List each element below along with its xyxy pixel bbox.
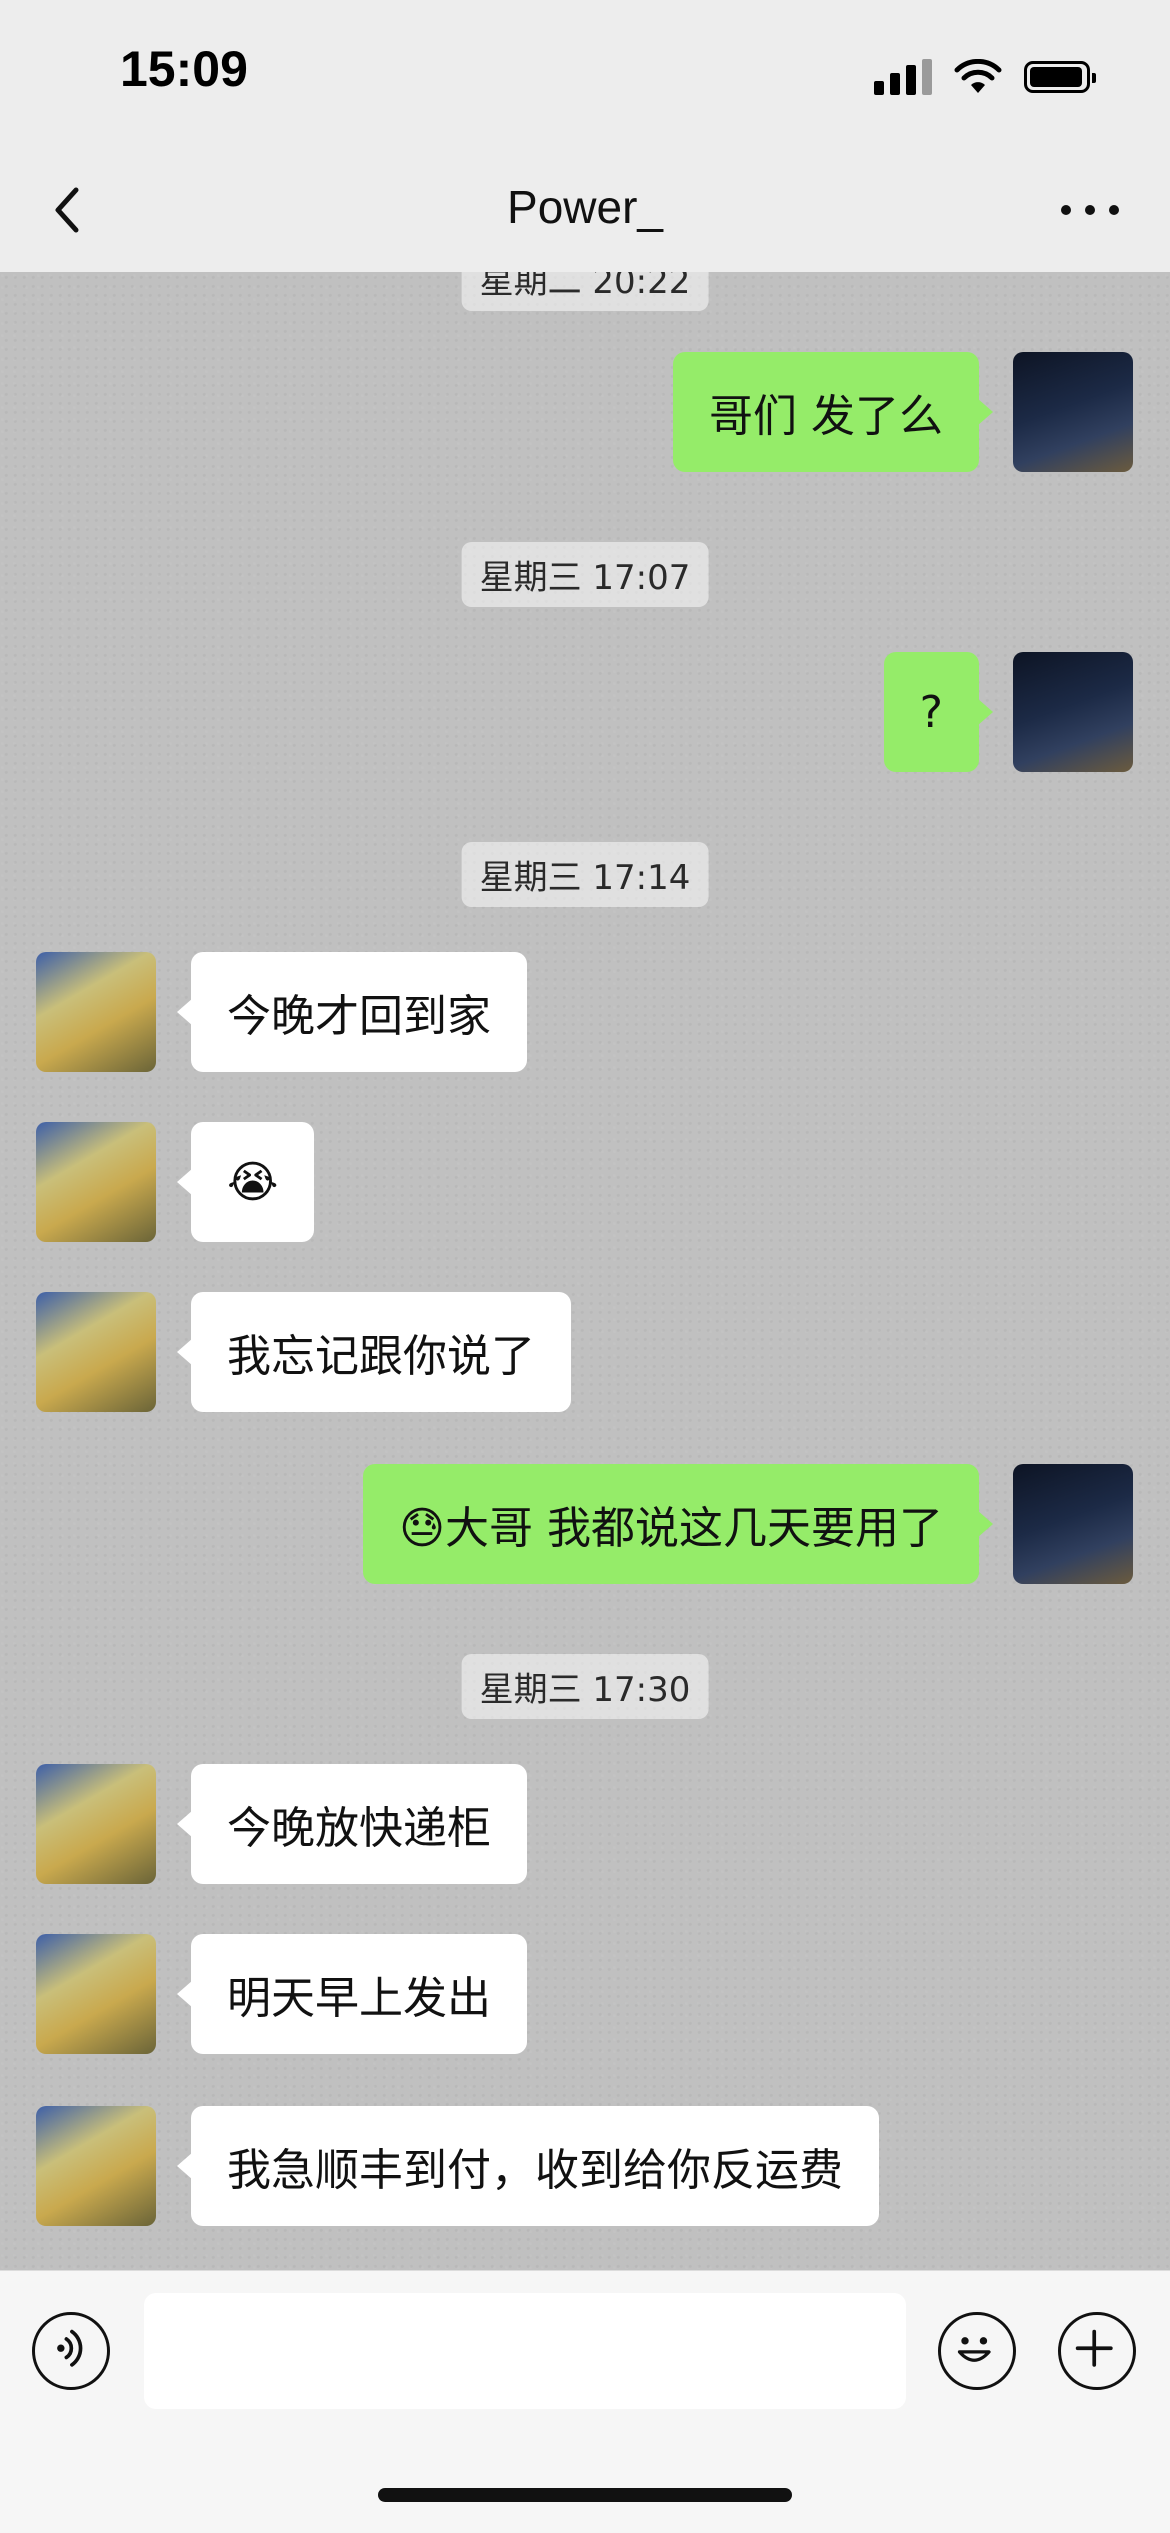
timestamp: 星期三 17:14 [461,842,709,907]
voice-icon [57,2329,83,2367]
more-options-icon[interactable] [1050,190,1130,230]
timestamp: 星期三 17:30 [461,1654,709,1719]
my-avatar[interactable] [1013,1464,1133,1584]
received-message[interactable]: 我忘记跟你说了 [177,1292,571,1412]
chat-title: Power_ [507,181,663,233]
received-message[interactable]: 😭 [176,1122,315,1242]
timestamp: 星期三 17:07 [461,542,709,607]
add-attachment-button[interactable] [1058,2312,1136,2390]
voice-input-button[interactable] [32,2312,110,2390]
my-avatar[interactable] [1013,352,1133,472]
smiley-icon [957,2337,991,2362]
contact-avatar[interactable] [36,2106,156,2226]
input-bar [0,2270,1170,2533]
contact-avatar[interactable] [36,1122,156,1242]
chat-area[interactable]: 星期二 20:22 哥们 发了么 星期三 17:07 ? 星期三 17:14 今… [0,272,1170,2270]
received-message[interactable]: 明天早上发出 [177,1934,527,2054]
sent-message[interactable]: ? [883,652,994,772]
battery-level [1030,67,1082,87]
my-avatar[interactable] [1013,652,1133,772]
contact-avatar[interactable] [36,1764,156,1884]
sent-message[interactable]: 😓大哥 我都说这几天要用了 [363,1464,993,1584]
cellular-signal-icon [874,59,932,95]
battery-icon [1024,61,1096,93]
message-input[interactable] [144,2293,906,2409]
status-time: 15:09 [120,41,248,97]
plus-icon [1075,2329,1113,2367]
contact-avatar[interactable] [36,1934,156,2054]
contact-avatar[interactable] [36,1292,156,1412]
received-message[interactable]: 今晚才回到家 [177,952,527,1072]
status-icons [874,55,1096,99]
received-message[interactable]: 今晚放快递柜 [177,1764,527,1884]
status-bar: 15:09 [0,0,1170,150]
sent-message[interactable]: 哥们 发了么 [673,352,993,472]
emoji-button[interactable] [938,2312,1016,2390]
wifi-icon [954,59,1002,93]
home-indicator [378,2488,792,2502]
contact-avatar[interactable] [36,952,156,1072]
timestamp: 星期二 20:22 [461,272,709,311]
nav-bar: Power_ [0,150,1170,273]
received-message[interactable]: 我急顺丰到付，收到给你反运费 [177,2106,879,2226]
